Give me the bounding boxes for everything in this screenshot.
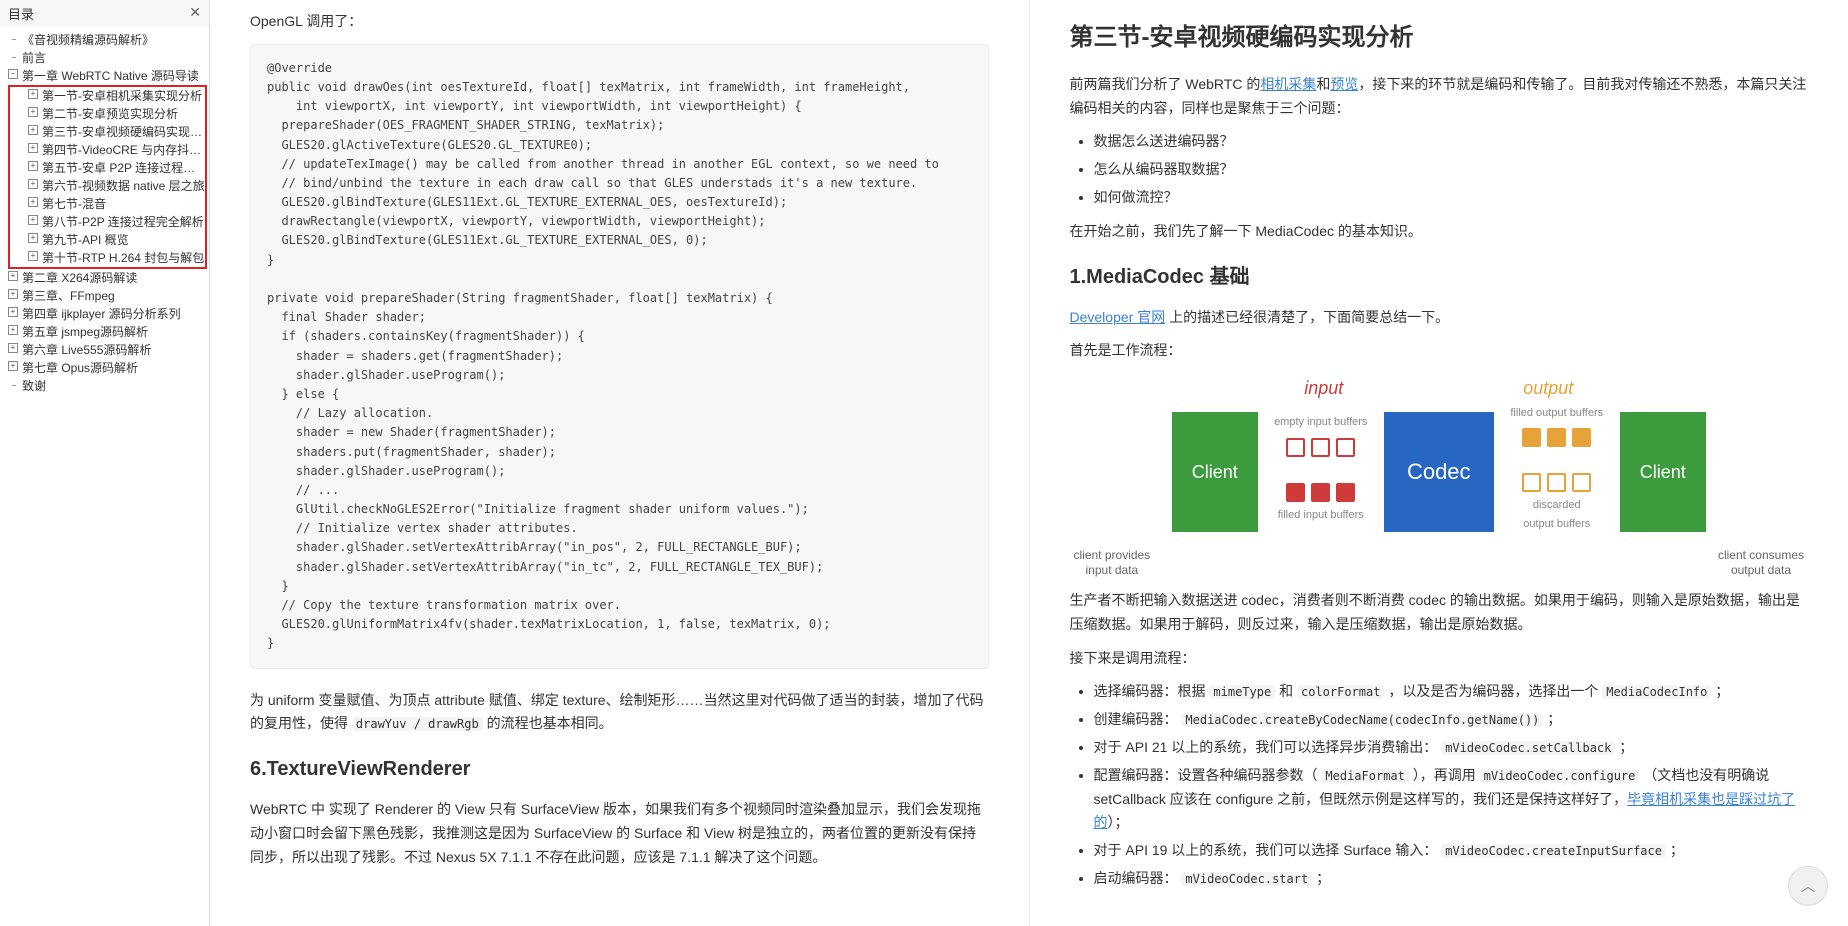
tree-toggle-icon[interactable]: + — [8, 325, 18, 335]
tree-toggle-icon[interactable]: + — [28, 161, 38, 171]
workflow-intro: 首先是工作流程： — [1070, 339, 1809, 363]
toc-tree: 《音视频精编源码解析》前言−第一章 WebRTC Native 源码导读+第一节… — [0, 27, 209, 399]
toc-item[interactable]: +第九节-API 概览 — [10, 231, 205, 249]
tree-toggle-icon[interactable]: + — [28, 179, 38, 189]
toc-sidebar: 目录 ✕ 《音视频精编源码解析》前言−第一章 WebRTC Native 源码导… — [0, 0, 210, 926]
tree-toggle-icon[interactable]: − — [8, 69, 18, 79]
diagram-caption-consumes: client consumes output data — [1718, 548, 1804, 579]
toc-item[interactable]: +第二章 X264源码解读 — [4, 269, 209, 287]
list-item: 怎么从编码器取数据？ — [1094, 158, 1809, 182]
toc-item[interactable]: +第十节-RTP H.264 封包与解包 — [10, 249, 205, 267]
list-item: 对于 API 21 以上的系统，我们可以选择异步消费输出： mVideoCode… — [1094, 736, 1809, 760]
developer-desc: Developer 官网 上的描述已经很清楚了，下面简要总结一下。 — [1070, 306, 1809, 330]
right-column: 第三节-安卓视频硬编码实现分析 前两篇我们分析了 WebRTC 的相机采集和预览… — [1029, 0, 1848, 926]
list-item: 创建编码器： MediaCodec.createByCodecName(code… — [1094, 708, 1809, 732]
highlighted-chapter-box: +第一节-安卓相机采集实现分析+第二节-安卓预览实现分析+第三节-安卓视频硬编码… — [8, 85, 207, 269]
inline-code-drawyuv: drawYuv / drawRgb — [352, 717, 483, 731]
link-developer[interactable]: Developer 官网 — [1070, 309, 1166, 325]
list-item: 如何做流控？ — [1094, 186, 1809, 210]
tree-toggle-icon[interactable]: + — [28, 233, 38, 243]
opengl-intro: OpenGL 调用了： — [250, 10, 989, 34]
list-item: 对于 API 19 以上的系统，我们可以选择 Surface 输入： mVide… — [1094, 839, 1809, 863]
tree-toggle-icon[interactable]: + — [28, 107, 38, 117]
tree-toggle-icon[interactable]: + — [8, 307, 18, 317]
scroll-top-button[interactable]: ︿ — [1788, 866, 1828, 906]
tree-toggle-icon[interactable]: + — [28, 215, 38, 225]
toc-item[interactable]: +第四节-VideoCRE 与内存抖动优化 — [10, 141, 205, 159]
steps-list: 选择编码器：根据 mimeType 和 colorFormat ，以及是否为编码… — [1094, 680, 1809, 890]
intro-paragraph: 前两篇我们分析了 WebRTC 的相机采集和预览，接下来的环节就是编码和传输了。… — [1070, 73, 1809, 121]
toc-title: 目录 — [8, 4, 34, 23]
toc-item[interactable]: +第六章 Live555源码解析 — [4, 341, 209, 359]
textureviewrenderer-heading: 6.TextureViewRenderer — [250, 752, 989, 786]
toc-item[interactable]: +第六节-视频数据 native 层之旅 — [10, 177, 205, 195]
questions-list: 数据怎么送进编码器？ 怎么从编码器取数据？ 如何做流控？ — [1094, 130, 1809, 209]
toc-item[interactable]: 致谢 — [4, 377, 209, 395]
left-column: OpenGL 调用了： @Override public void drawOe… — [210, 0, 1029, 926]
toc-item[interactable]: +第五章 jsmpeg源码解析 — [4, 323, 209, 341]
mediacodec-heading: 1.MediaCodec 基础 — [1070, 260, 1809, 294]
toc-item[interactable]: 前言 — [4, 49, 209, 67]
toc-header: 目录 ✕ — [0, 0, 209, 27]
pre-basic-paragraph: 在开始之前，我们先了解一下 MediaCodec 的基本知识。 — [1070, 220, 1809, 244]
diagram-caption-provides: client provides input data — [1074, 548, 1151, 579]
tree-toggle-icon[interactable]: + — [28, 143, 38, 153]
diagram-client-right: Client — [1620, 412, 1706, 532]
tree-toggle-icon[interactable]: + — [28, 125, 38, 135]
toc-item[interactable]: +第二节-安卓预览实现分析 — [10, 105, 205, 123]
diagram-input-buffers: empty input buffers filled input buffers — [1258, 409, 1384, 534]
list-item: 数据怎么送进编码器？ — [1094, 130, 1809, 154]
toc-item[interactable]: +第五节-安卓 P2P 连接过程和 DataCha — [10, 159, 205, 177]
tree-toggle-icon[interactable]: + — [28, 197, 38, 207]
link-preview[interactable]: 预览 — [1330, 76, 1358, 92]
section3-title: 第三节-安卓视频硬编码实现分析 — [1070, 18, 1809, 59]
tree-toggle-icon[interactable]: + — [8, 289, 18, 299]
mediacodec-diagram: input output Client empty input buffers … — [1070, 373, 1809, 579]
list-item: 启动编码器： mVideoCodec.start ； — [1094, 867, 1809, 891]
link-camera-capture[interactable]: 相机采集 — [1260, 76, 1316, 92]
content-area: OpenGL 调用了： @Override public void drawOe… — [210, 0, 1848, 926]
tree-toggle-icon[interactable]: + — [28, 251, 38, 261]
toc-item[interactable]: +第一节-安卓相机采集实现分析 — [10, 87, 205, 105]
diagram-codec: Codec — [1384, 412, 1494, 532]
code-block-drawoes: @Override public void drawOes(int oesTex… — [250, 44, 989, 669]
tree-toggle-icon[interactable]: + — [8, 271, 18, 281]
close-icon[interactable]: ✕ — [189, 4, 201, 23]
toc-item[interactable]: 《音视频精编源码解析》 — [4, 31, 209, 49]
toc-item[interactable]: +第三节-安卓视频硬编码实现分析 — [10, 123, 205, 141]
toc-item[interactable]: +第四章 ijkplayer 源码分析系列 — [4, 305, 209, 323]
diagram-output-buffers: filled output buffers discarded output b… — [1494, 400, 1620, 544]
tree-toggle-icon[interactable]: + — [8, 361, 18, 371]
tree-toggle-icon[interactable]: + — [28, 89, 38, 99]
toc-item[interactable]: −第一章 WebRTC Native 源码导读 — [4, 67, 209, 85]
toc-item[interactable]: +第八节-P2P 连接过程完全解析 — [10, 213, 205, 231]
list-item: 配置编码器：设置各种编码器参数（ MediaFormat ），再调用 mVide… — [1094, 764, 1809, 835]
uniform-paragraph: 为 uniform 变量赋值、为顶点 attribute 赋值、绑定 textu… — [250, 689, 989, 737]
chevron-up-icon: ︿ — [1801, 876, 1815, 896]
toc-item[interactable]: +第三章、FFmpeg — [4, 287, 209, 305]
flow-intro: 接下来是调用流程： — [1070, 647, 1809, 671]
tree-toggle-icon[interactable]: + — [8, 343, 18, 353]
textureviewrenderer-paragraph: WebRTC 中 实现了 Renderer 的 View 只有 SurfaceV… — [250, 798, 989, 869]
diagram-client-left: Client — [1172, 412, 1258, 532]
toc-item[interactable]: +第七章 Opus源码解析 — [4, 359, 209, 377]
diagram-input-label: input — [1304, 373, 1343, 404]
producer-paragraph: 生产者不断把输入数据送进 codec，消费者则不断消费 codec 的输出数据。… — [1070, 589, 1809, 637]
toc-item[interactable]: +第七节-混音 — [10, 195, 205, 213]
list-item: 选择编码器：根据 mimeType 和 colorFormat ，以及是否为编码… — [1094, 680, 1809, 704]
